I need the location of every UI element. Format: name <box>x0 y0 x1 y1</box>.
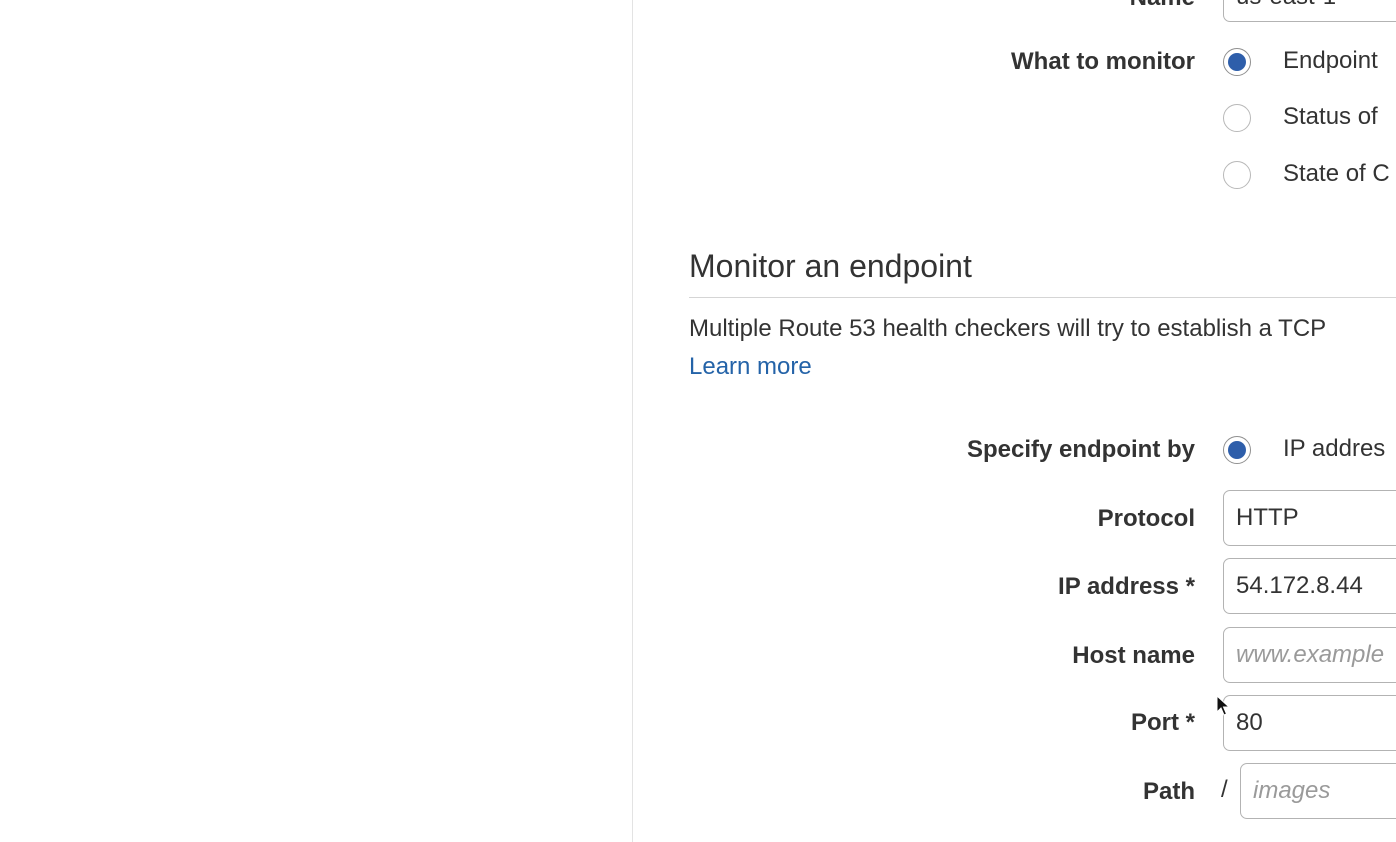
learn-more-link[interactable]: Learn more <box>689 353 812 381</box>
host-name-field[interactable] <box>1223 627 1396 683</box>
path-field[interactable] <box>1240 763 1396 819</box>
protocol-select[interactable] <box>1223 490 1396 546</box>
monitor-status-option-label[interactable]: Status of <box>1283 103 1378 131</box>
monitor-endpoint-radio[interactable] <box>1223 48 1251 76</box>
monitor-state-option-label[interactable]: State of C <box>1283 160 1390 188</box>
mouse-cursor-icon <box>1216 695 1230 716</box>
what-to-monitor-label: What to monitor <box>1011 48 1195 75</box>
ip-address-field[interactable] <box>1223 558 1396 614</box>
specify-endpoint-label: Specify endpoint by <box>966 436 1195 463</box>
port-label: Port * <box>1130 709 1195 736</box>
port-field[interactable] <box>1223 695 1396 751</box>
section-divider <box>689 297 1396 298</box>
protocol-label: Protocol <box>1097 505 1195 532</box>
specify-by-ip-option-label[interactable]: IP addres <box>1283 435 1385 463</box>
specify-by-ip-radio[interactable] <box>1223 436 1251 464</box>
monitor-state-radio[interactable] <box>1223 161 1251 189</box>
path-prefix: / <box>1221 776 1228 803</box>
left-pane <box>0 0 632 842</box>
health-check-page: Name What to monitor Endpoint Status of … <box>0 0 1396 842</box>
section-description: Multiple Route 53 health checkers will t… <box>689 315 1327 342</box>
section-title: Monitor an endpoint <box>689 248 972 284</box>
ip-address-label: IP address * <box>1058 573 1195 600</box>
monitor-endpoint-option-label[interactable]: Endpoint <box>1283 47 1378 75</box>
pane-divider <box>632 0 633 842</box>
name-field[interactable] <box>1223 0 1396 22</box>
monitor-status-radio[interactable] <box>1223 104 1251 132</box>
host-name-label: Host name <box>1072 642 1195 669</box>
path-label: Path <box>1142 778 1195 805</box>
name-label: Name <box>1130 0 1195 12</box>
